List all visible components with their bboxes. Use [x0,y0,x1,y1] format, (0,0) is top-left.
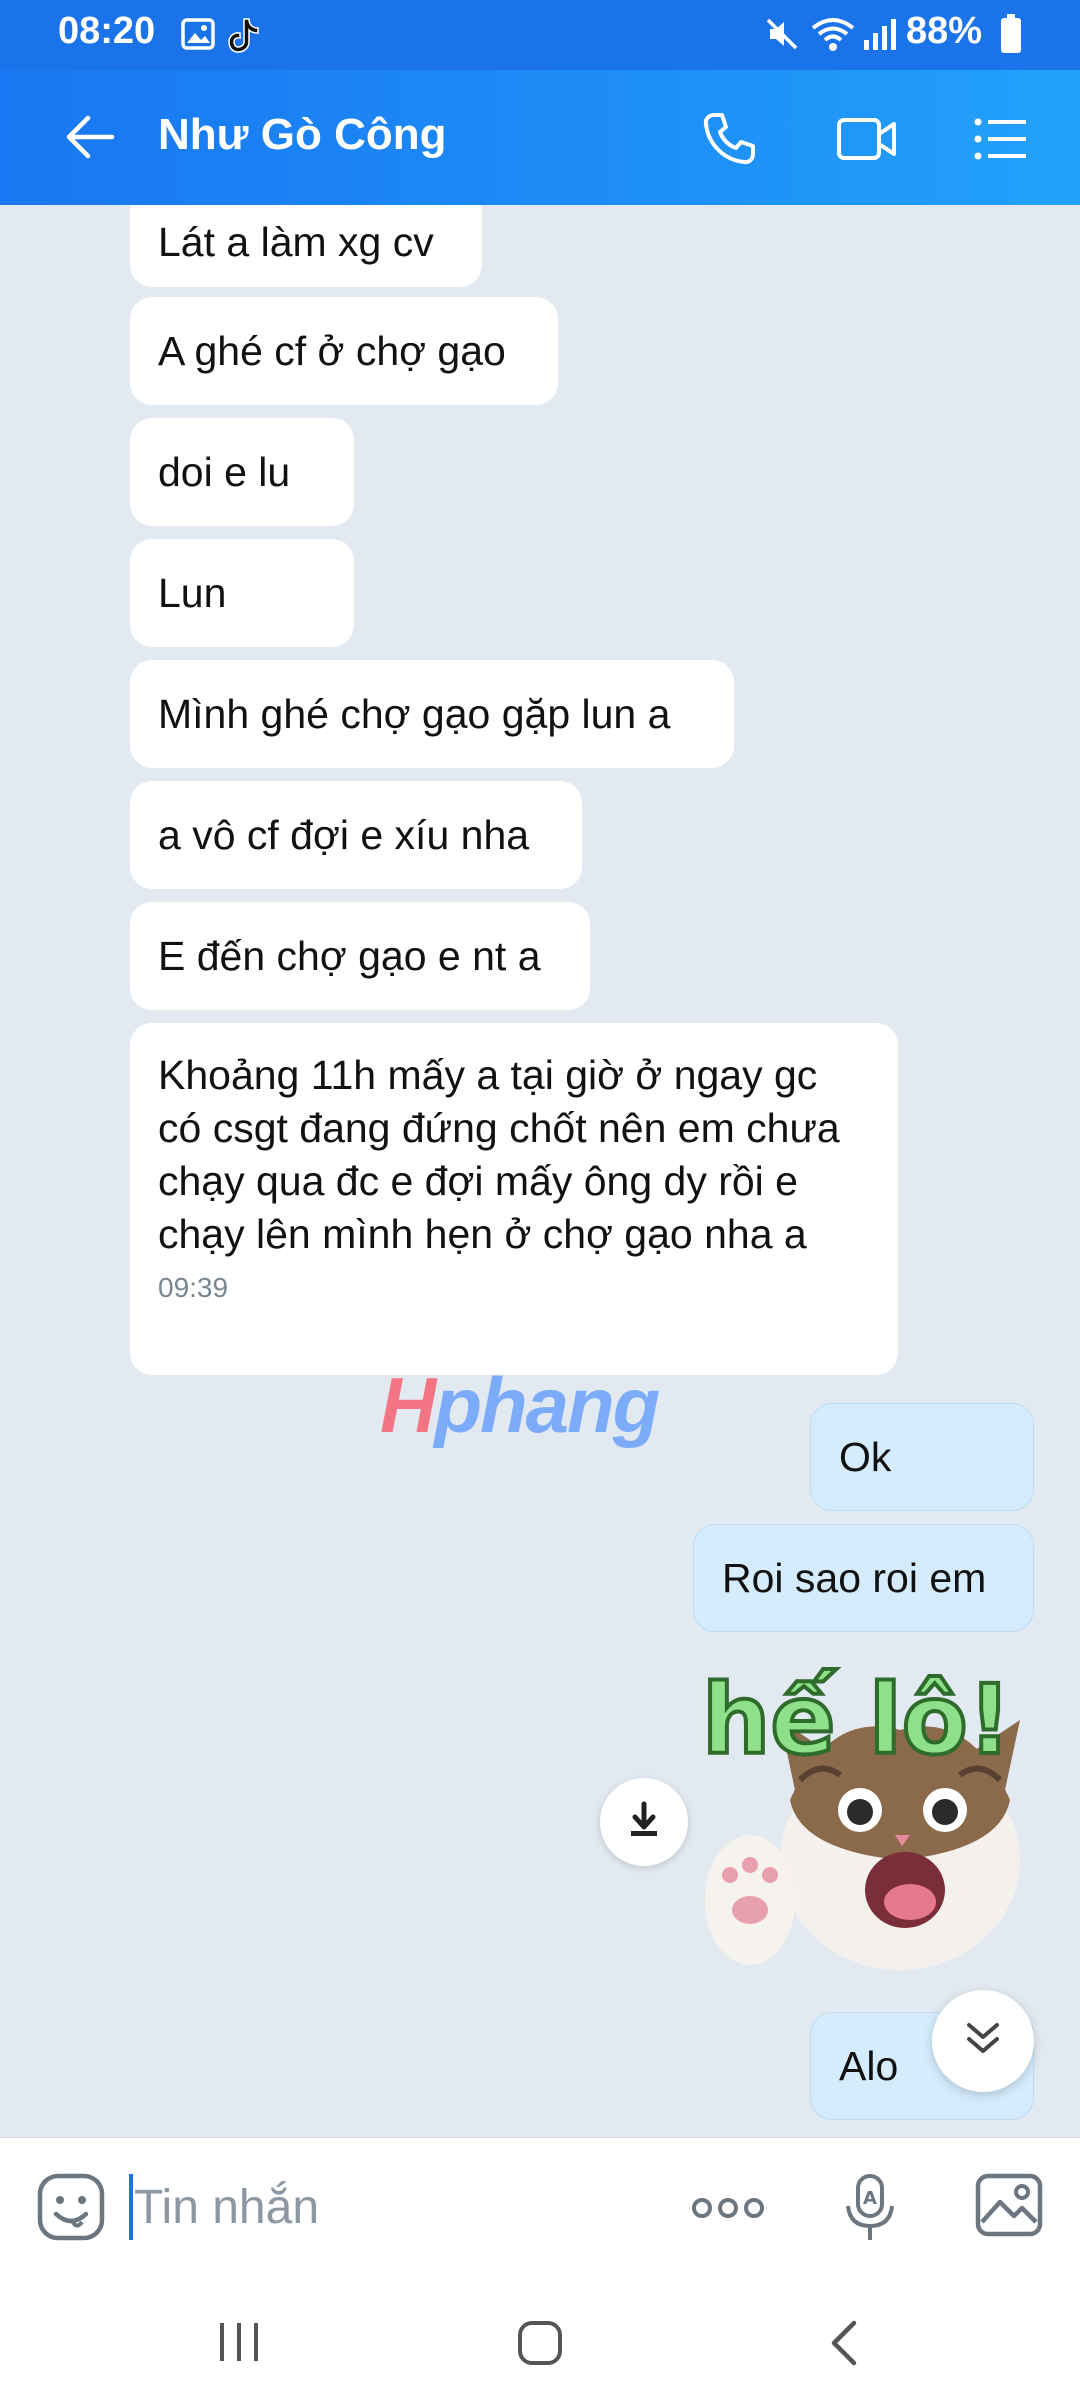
message-bubble[interactable]: A ghé cf ở chợ gạo [130,297,558,405]
video-call-icon[interactable] [836,110,898,173]
home-icon[interactable] [516,2319,564,2372]
tiktok-icon [226,16,262,59]
emoji-icon[interactable] [36,2172,106,2247]
sticker-text: hế lô! [700,1662,1014,1778]
message-time: 09:39 [158,1272,229,1303]
sticker-cat[interactable]: hế lô! [700,1650,1040,1980]
message-bubble[interactable]: Khoảng 11h mấy a tại giờ ở ngay gc có cs… [130,1023,898,1375]
message-bubble[interactable]: Lun [130,539,354,647]
message-text: Khoảng 11h mấy a tại giờ ở ngay gc có cs… [158,1052,840,1257]
message-bubble-mine[interactable]: Ok [810,1403,1034,1511]
message-input[interactable]: Tin nhắn [134,2180,319,2235]
more-options-icon[interactable] [690,2188,766,2233]
download-button[interactable] [600,1778,688,1866]
scroll-to-bottom-button[interactable] [932,1990,1034,2092]
svg-text:A: A [863,2188,877,2209]
voice-to-text-icon[interactable]: A [842,2172,898,2249]
double-chevron-down-icon [961,2017,1005,2066]
mute-icon [764,16,800,57]
message-input-bar: Tin nhắn A [0,2137,1080,2277]
status-bar: 08:20 88% [0,0,1080,70]
signal-icon [862,16,898,57]
wifi-icon [810,16,856,57]
battery-icon [1000,14,1022,59]
contact-name[interactable]: Như Gò Công [158,110,446,160]
battery-percent: 88% [906,10,983,52]
recent-apps-icon[interactable] [216,2319,262,2370]
message-bubble[interactable]: a vô cf đợi e xíu nha [130,781,582,889]
phone-icon[interactable] [700,110,758,173]
status-time: 08:20 [58,10,156,52]
message-bubble[interactable]: E đến chợ gạo e nt a [130,902,590,1010]
message-bubble[interactable]: Lát a làm xg cv [130,205,482,287]
chat-header: Như Gò Công [0,70,1080,205]
menu-list-icon[interactable] [972,110,1030,173]
gallery-icon [180,16,216,57]
back-arrow-icon[interactable] [62,112,116,167]
message-bubble-mine[interactable]: Roi sao roi em [693,1524,1034,1632]
message-bubble[interactable]: Mình ghé chợ gạo gặp lun a [130,660,734,768]
back-nav-icon[interactable] [824,2319,864,2372]
image-gallery-icon[interactable] [974,2172,1044,2243]
message-bubble[interactable]: doi e lu [130,418,354,526]
download-icon [624,1800,664,1845]
text-caret [129,2174,133,2240]
system-nav-bar [0,2277,1080,2408]
